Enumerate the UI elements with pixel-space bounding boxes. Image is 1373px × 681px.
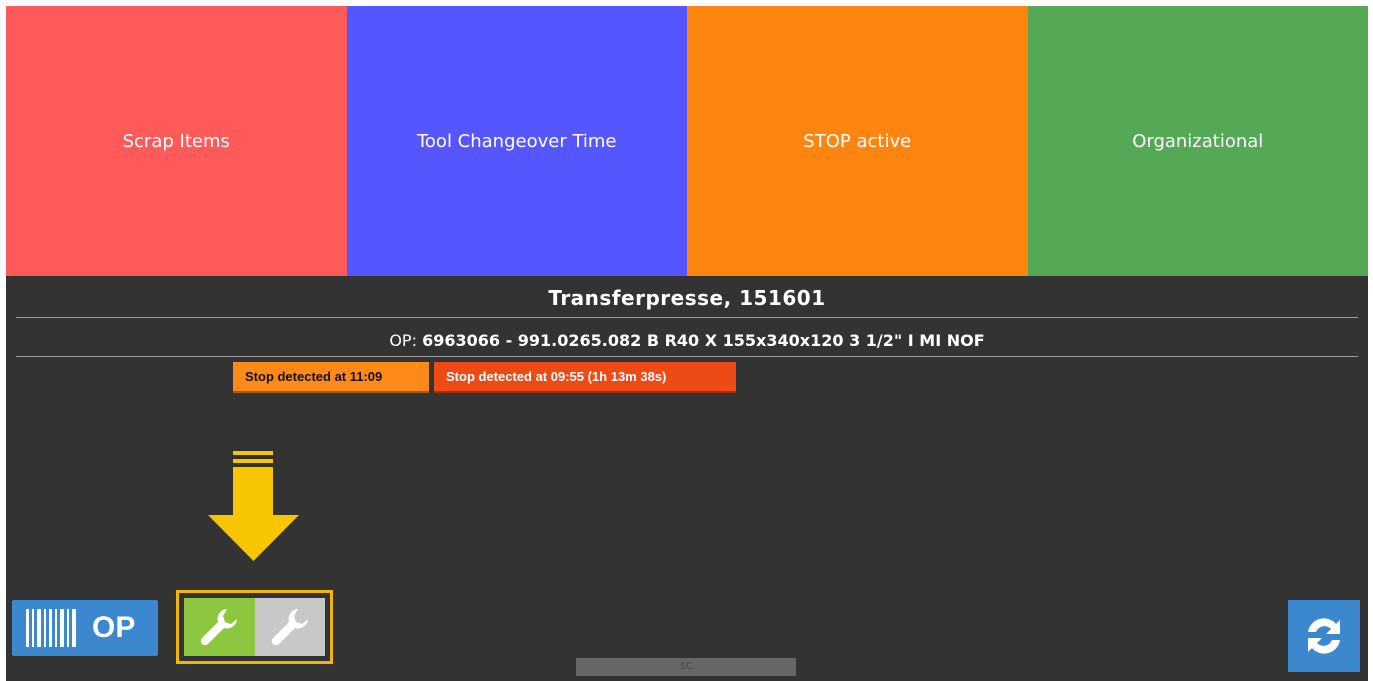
op-scan-button[interactable]: OP <box>12 600 158 656</box>
down-arrow-icon <box>208 451 299 561</box>
tile-label: Organizational <box>1132 130 1264 152</box>
tile-tool-changeover-time[interactable]: Tool Changeover Time <box>346 6 687 276</box>
barcode-icon <box>26 609 76 647</box>
tile-label: STOP active <box>803 130 912 152</box>
wrench-icon <box>271 609 308 646</box>
category-tiles: Scrap Items Tool Changeover Time STOP ac… <box>6 6 1368 276</box>
op-label: OP: <box>389 331 417 350</box>
divider <box>16 356 1358 357</box>
tile-scrap-items[interactable]: Scrap Items <box>6 6 347 276</box>
tool-active-button[interactable] <box>184 598 255 656</box>
tile-organizational[interactable]: Organizational <box>1027 6 1368 276</box>
tool-inactive-button[interactable] <box>254 598 325 656</box>
stop-badge-current[interactable]: Stop detected at 11:09 <box>233 362 429 393</box>
refresh-button[interactable] <box>1288 600 1360 672</box>
app-screen: Scrap Items Tool Changeover Time STOP ac… <box>6 6 1368 681</box>
refresh-arrows-icon <box>1308 618 1340 654</box>
status-bar: SC <box>576 658 796 676</box>
wrench-icon <box>201 609 238 646</box>
op-value: 6963066 - 991.0265.082 B R40 X 155x340x1… <box>422 331 985 350</box>
machine-panel: Transferpresse, 151601 OP: 6963066 - 991… <box>6 276 1368 681</box>
tile-label: Scrap Items <box>122 130 230 152</box>
op-button-label: OP <box>92 611 136 644</box>
divider <box>16 317 1358 318</box>
stop-badge-previous[interactable]: Stop detected at 09:55 (1h 13m 38s) <box>434 362 736 393</box>
tool-toggle-highlight <box>176 590 333 664</box>
tile-stop-active[interactable]: STOP active <box>687 6 1028 276</box>
machine-title: Transferpresse, 151601 <box>548 286 826 310</box>
tile-label: Tool Changeover Time <box>416 130 617 152</box>
op-info: OP: 6963066 - 991.0265.082 B R40 X 155x3… <box>6 331 1368 350</box>
